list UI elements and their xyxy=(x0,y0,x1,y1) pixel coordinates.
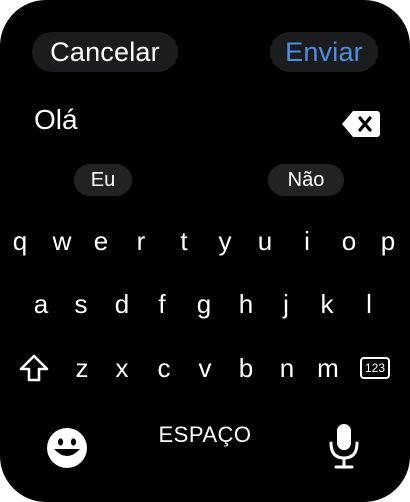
text-input[interactable]: Olá xyxy=(34,104,78,136)
key-w[interactable]: w xyxy=(43,221,81,261)
suggestion-chip[interactable]: Eu xyxy=(74,164,132,196)
key-l[interactable]: l xyxy=(350,284,388,324)
key-p[interactable]: p xyxy=(369,221,407,261)
key-y[interactable]: y xyxy=(206,221,244,261)
key-i[interactable]: i xyxy=(288,221,326,261)
key-h[interactable]: h xyxy=(227,284,265,324)
key-e[interactable]: e xyxy=(82,221,120,261)
key-u[interactable]: u xyxy=(246,221,284,261)
key-k[interactable]: k xyxy=(308,284,346,324)
key-z[interactable]: z xyxy=(63,348,101,388)
key-g[interactable]: g xyxy=(185,284,223,324)
watch-screen: Cancelar Enviar Olá Eu Não q w e r t y u… xyxy=(0,0,410,502)
suggestion-chip[interactable]: Não xyxy=(268,164,344,196)
backspace-icon[interactable] xyxy=(342,109,380,139)
key-v[interactable]: v xyxy=(186,348,224,388)
key-n[interactable]: n xyxy=(268,348,306,388)
key-a[interactable]: a xyxy=(22,284,60,324)
emoji-icon[interactable] xyxy=(46,427,88,469)
key-s[interactable]: s xyxy=(62,284,100,324)
key-o[interactable]: o xyxy=(330,221,368,261)
key-x[interactable]: x xyxy=(103,348,141,388)
key-d[interactable]: d xyxy=(103,284,141,324)
key-j[interactable]: j xyxy=(267,284,305,324)
space-key[interactable]: ESPAÇO xyxy=(150,422,260,448)
shift-icon[interactable] xyxy=(18,353,50,383)
key-t[interactable]: t xyxy=(165,221,203,261)
key-q[interactable]: q xyxy=(1,221,39,261)
key-f[interactable]: f xyxy=(143,284,181,324)
key-c[interactable]: c xyxy=(145,348,183,388)
cancel-button[interactable]: Cancelar xyxy=(32,32,178,72)
send-button[interactable]: Enviar xyxy=(270,32,378,72)
key-b[interactable]: b xyxy=(227,348,265,388)
key-m[interactable]: m xyxy=(309,348,347,388)
key-r[interactable]: r xyxy=(122,221,160,261)
numbers-key[interactable]: 123 xyxy=(360,357,390,379)
microphone-icon[interactable] xyxy=(326,422,362,470)
